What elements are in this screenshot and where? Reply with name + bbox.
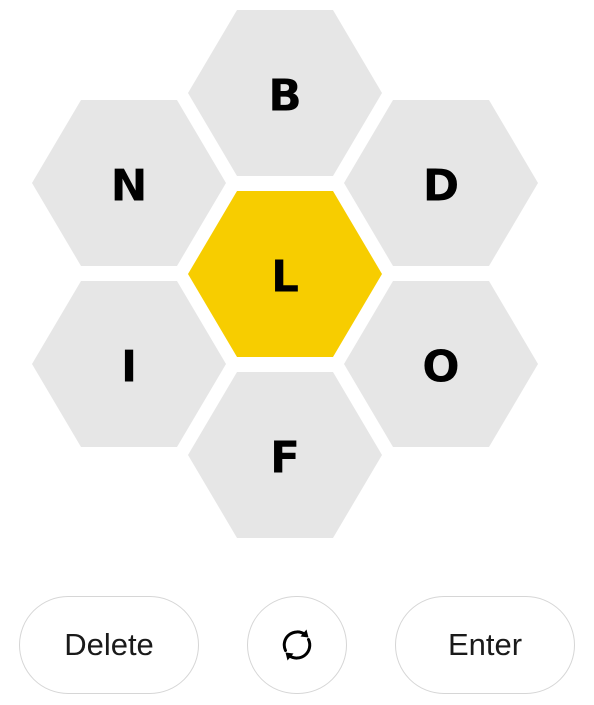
hive-cell-lower-right[interactable]: O	[344, 281, 538, 447]
hive-cell-upper-left[interactable]: N	[32, 100, 226, 266]
hive-cell-top[interactable]: B	[188, 10, 382, 176]
hive-cell-bottom[interactable]: F	[188, 372, 382, 538]
shuffle-button[interactable]	[247, 596, 347, 694]
shuffle-icon	[273, 621, 321, 669]
hive-cell-center[interactable]: L	[188, 191, 382, 357]
enter-button[interactable]: Enter	[395, 596, 575, 694]
hive: B N D L I O F	[32, 10, 538, 538]
hive-cell-lower-left[interactable]: I	[32, 281, 226, 447]
hive-cell-upper-right[interactable]: D	[344, 100, 538, 266]
delete-button[interactable]: Delete	[19, 596, 199, 694]
hive-controls: Delete Enter	[0, 596, 594, 696]
